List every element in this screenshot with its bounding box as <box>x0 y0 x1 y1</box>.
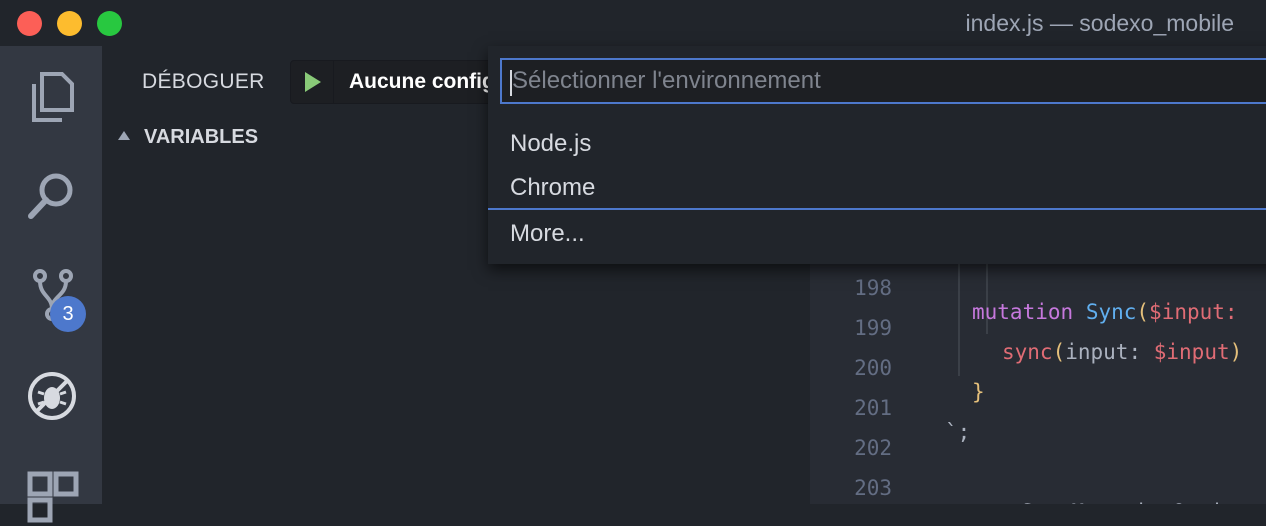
environment-option-nodejs[interactable]: Node.js <box>488 122 1266 166</box>
code-line: 203 const SyncMutationOptio <box>810 452 1266 504</box>
code-line: 200 } <box>810 332 1266 404</box>
code-line: 202 <box>810 412 1266 460</box>
caret-up-icon <box>118 131 130 140</box>
environment-option-chrome[interactable]: Chrome <box>488 166 1266 210</box>
variables-section-header[interactable]: VARIABLES <box>118 126 258 149</box>
close-window-button[interactable] <box>17 11 42 36</box>
separator <box>488 208 1266 210</box>
environment-search-input[interactable] <box>500 58 1266 104</box>
line-number: 203 <box>854 476 892 500</box>
play-icon <box>305 72 321 92</box>
text-cursor <box>510 70 512 96</box>
start-debugging-button[interactable] <box>291 61 334 103</box>
extensions-icon[interactable] <box>22 466 82 526</box>
environment-quick-pick: Node.js Chrome More... <box>488 46 1266 264</box>
more-environments-option[interactable]: More... <box>488 212 1266 256</box>
minimize-window-button[interactable] <box>57 11 82 36</box>
code-text: const SyncMutationOptio <box>945 500 1236 504</box>
title-bar: index.js — sodexo_mobile <box>0 0 1266 46</box>
source-control-badge: 3 <box>50 296 86 332</box>
debug-icon[interactable] <box>22 366 82 426</box>
maximize-window-button[interactable] <box>97 11 122 36</box>
variables-label: VARIABLES <box>144 126 259 148</box>
debug-section-title: DÉBOGUER <box>142 70 265 93</box>
activity-bar: 3 <box>0 46 102 523</box>
files-icon[interactable] <box>22 66 82 126</box>
debug-config-name: Aucune config <box>349 70 495 93</box>
code-line: 199 sync(input: $input) <box>810 292 1266 364</box>
code-line: 201 `; <box>810 372 1266 444</box>
window-title: index.js — sodexo_mobile <box>965 10 1234 36</box>
search-icon[interactable] <box>22 166 82 226</box>
